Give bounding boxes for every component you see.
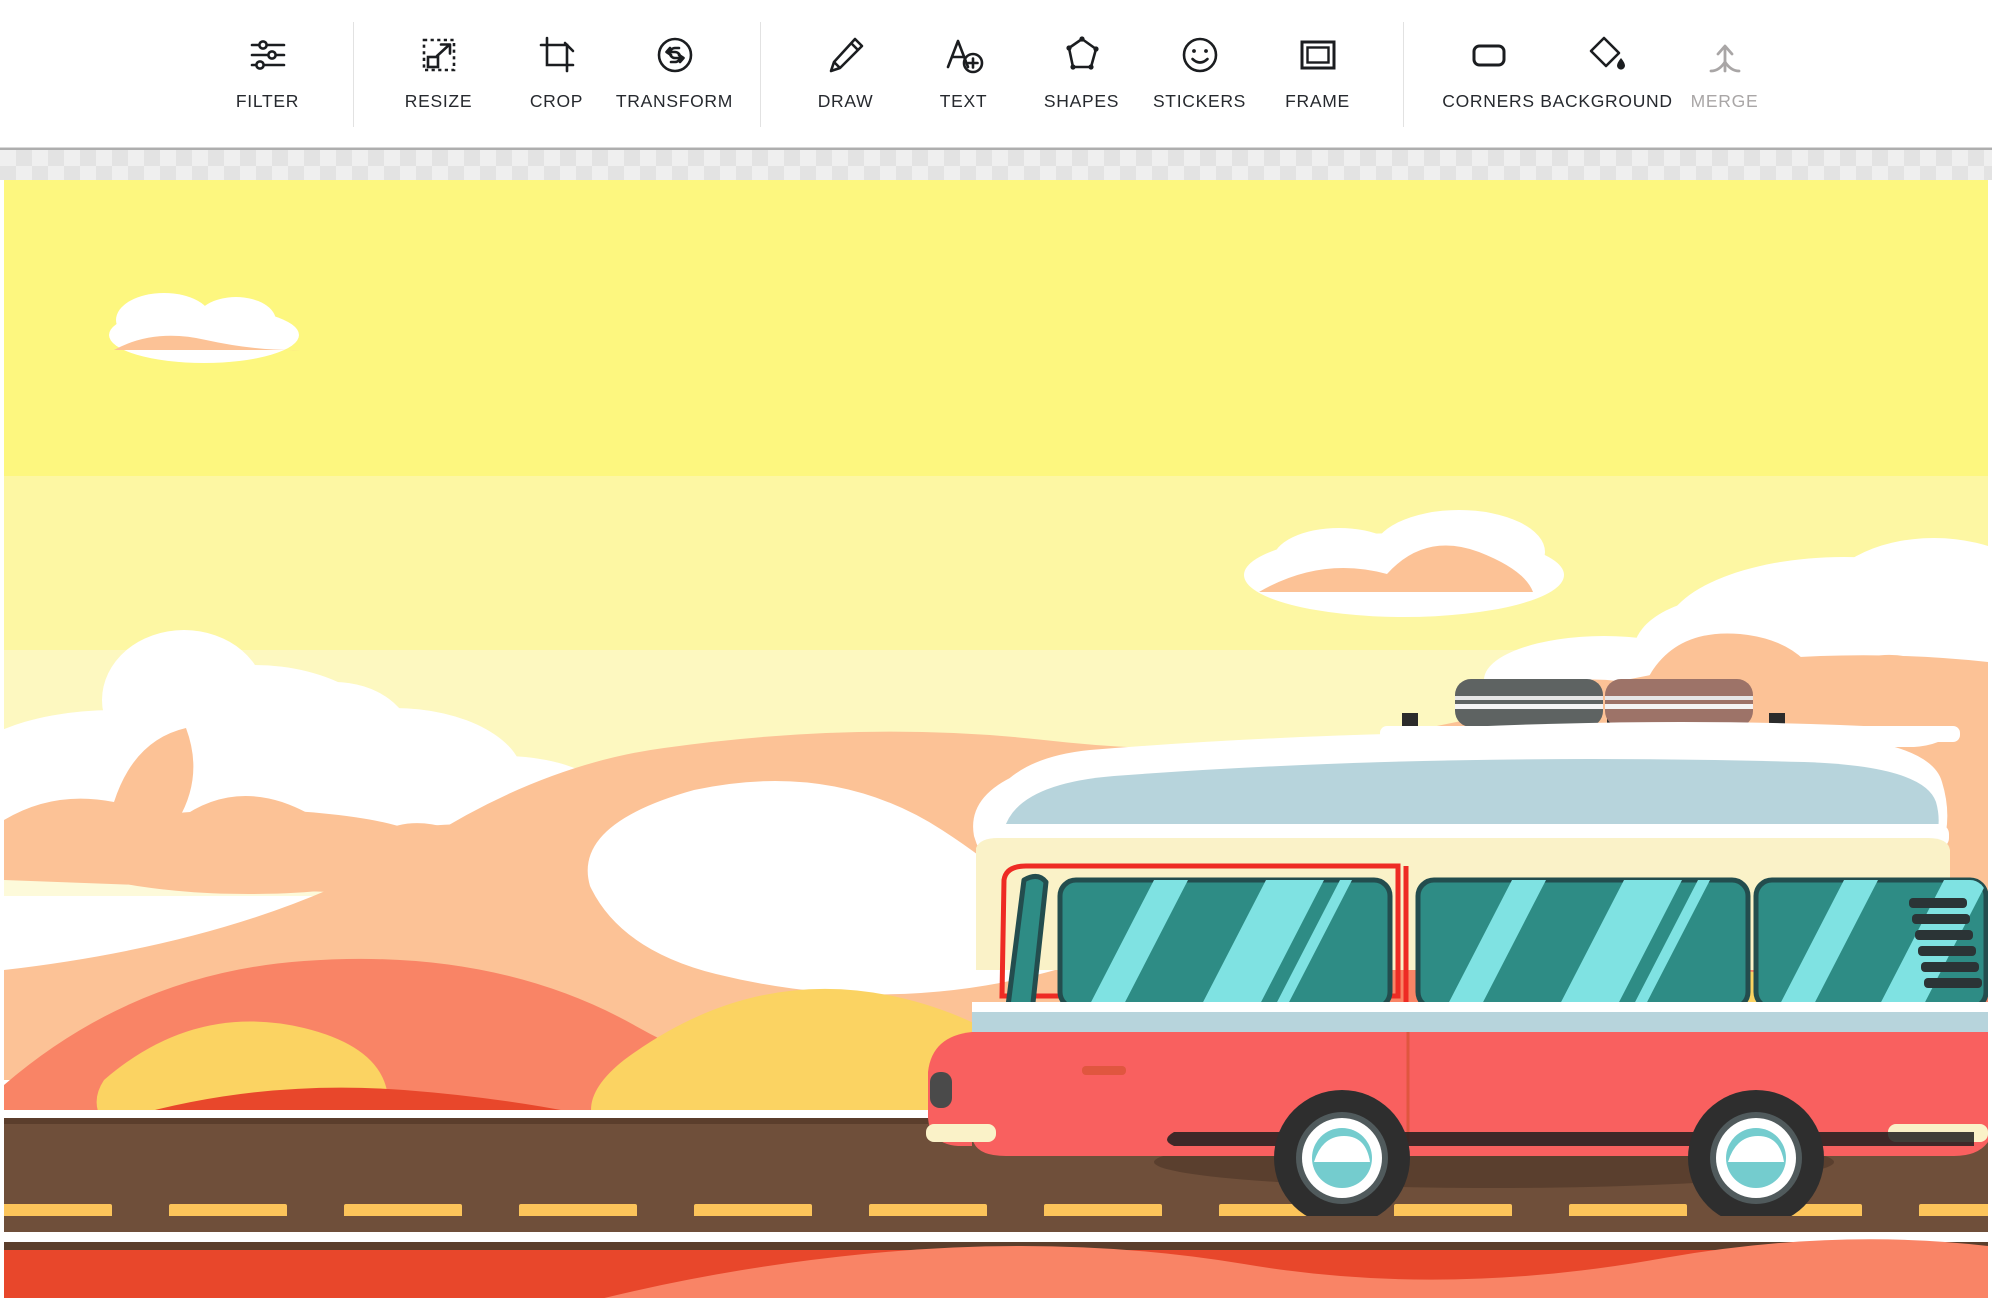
tool-stickers-label: STICKERS xyxy=(1152,91,1247,111)
toolbar-group-adjust: FILTER xyxy=(209,14,327,148)
foreground-dunes xyxy=(4,1216,1988,1298)
tool-transform-label: TRANSFORM xyxy=(615,91,734,111)
pencil-icon xyxy=(824,28,868,82)
tool-corners[interactable]: CORNERS xyxy=(1430,14,1548,112)
frame-icon xyxy=(1296,28,1340,82)
rounded-rect-icon xyxy=(1467,28,1511,82)
tool-resize-label: RESIZE xyxy=(404,91,473,111)
tool-resize[interactable]: RESIZE xyxy=(380,14,498,112)
tool-text[interactable]: TEXT xyxy=(905,14,1023,112)
add-text-icon xyxy=(942,28,986,82)
toolbar-divider-3 xyxy=(1402,22,1404,127)
tool-draw[interactable]: DRAW xyxy=(787,14,905,112)
paint-bucket-icon xyxy=(1585,28,1629,82)
sliders-icon xyxy=(246,28,290,82)
tool-crop[interactable]: CROP xyxy=(498,14,616,112)
van-belt-blue xyxy=(972,1010,1988,1032)
smiley-icon xyxy=(1178,28,1222,82)
resize-icon xyxy=(417,28,461,82)
toolbar-group-canvas: CORNERS BACKGROUND MERGE xyxy=(1430,14,1784,148)
van-windows xyxy=(1005,874,1988,1017)
tool-stickers[interactable]: STICKERS xyxy=(1141,14,1259,112)
tool-filter[interactable]: FILTER xyxy=(209,14,327,112)
transform-icon xyxy=(653,28,697,82)
tool-background[interactable]: BACKGROUND xyxy=(1540,14,1672,112)
artwork-illustration xyxy=(4,180,1988,1298)
tool-text-label: TEXT xyxy=(939,91,988,111)
tool-filter-label: FILTER xyxy=(235,91,300,111)
toolbar-group-geometry: RESIZE CROP TRANSFORM xyxy=(380,14,734,148)
transparency-checker-strip xyxy=(0,148,1992,180)
tool-crop-label: CROP xyxy=(529,91,584,111)
toolbar-divider-2 xyxy=(759,22,761,127)
van-wheel-rear xyxy=(1688,1090,1824,1226)
tool-frame[interactable]: FRAME xyxy=(1259,14,1377,112)
merge-arrow-icon xyxy=(1703,28,1747,82)
toolbar-divider-1 xyxy=(352,22,354,127)
toolbar-groups: FILTER RESIZE CROP TRANSFORM DRAW TEXT S… xyxy=(209,0,1784,148)
polygon-icon xyxy=(1060,28,1104,82)
van-door-handle xyxy=(1082,1066,1126,1075)
van-front-light xyxy=(930,1072,952,1108)
tool-draw-label: DRAW xyxy=(817,91,874,111)
tool-shapes-label: SHAPES xyxy=(1043,91,1120,111)
tool-corners-label: CORNERS xyxy=(1442,91,1535,111)
tool-merge-label: MERGE xyxy=(1690,91,1759,111)
toolbar-group-content: DRAW TEXT SHAPES STICKERS FRAME xyxy=(787,14,1377,148)
van-front-bumper xyxy=(926,1124,996,1142)
crop-icon xyxy=(535,28,579,82)
sky-top xyxy=(4,180,1988,480)
canvas-stage[interactable] xyxy=(0,148,1992,1298)
tool-frame-label: FRAME xyxy=(1285,91,1350,111)
tool-transform[interactable]: TRANSFORM xyxy=(616,14,734,112)
editor-toolbar: FILTER RESIZE CROP TRANSFORM DRAW TEXT S… xyxy=(0,0,1992,148)
tool-merge: MERGE xyxy=(1666,14,1784,112)
tool-shapes[interactable]: SHAPES xyxy=(1023,14,1141,112)
artboard[interactable] xyxy=(4,180,1988,1298)
tool-background-label: BACKGROUND xyxy=(1540,91,1673,111)
camper-van xyxy=(926,679,1988,1226)
